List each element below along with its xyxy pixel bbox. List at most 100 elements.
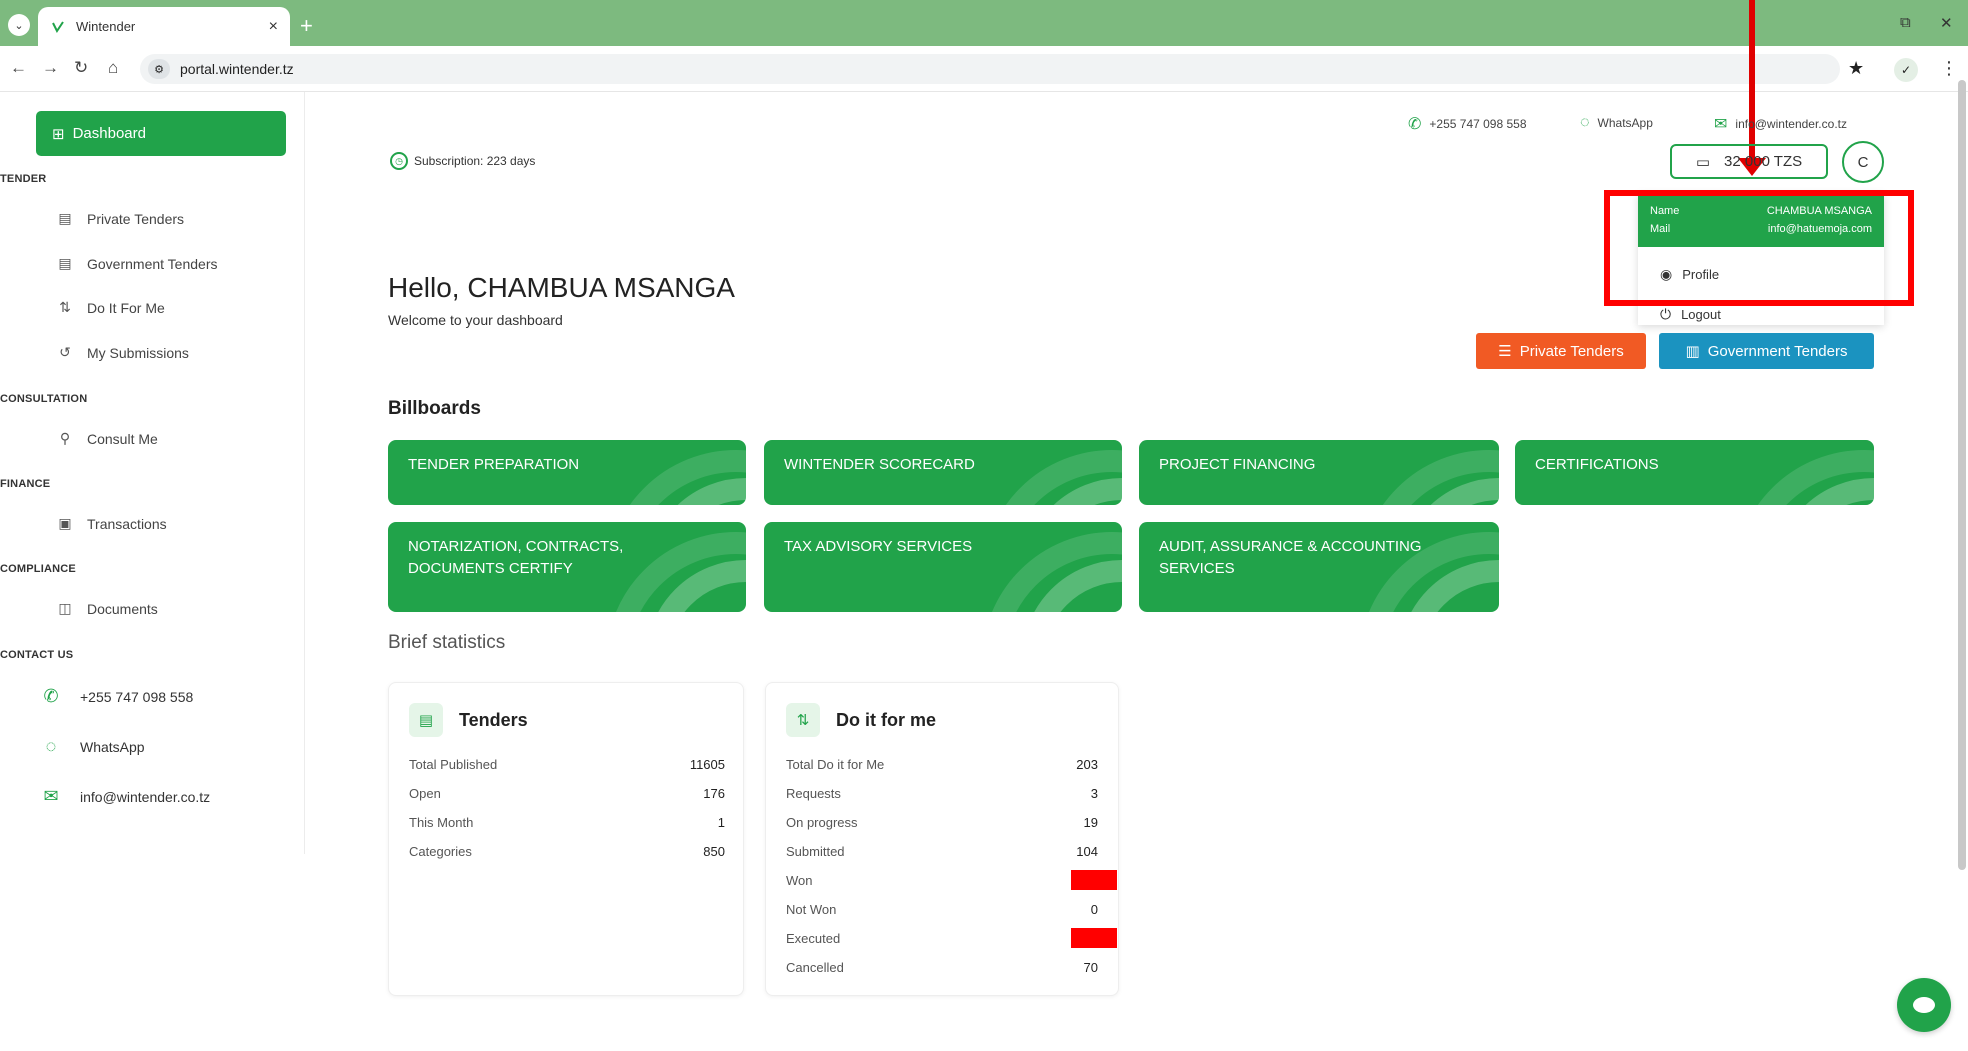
- billboard-tender-preparation[interactable]: TENDER PREPARATION: [388, 440, 746, 505]
- url-field[interactable]: ⚙ portal.wintender.tz: [140, 54, 1840, 84]
- header-phone[interactable]: ✆ +255 747 098 558: [1408, 114, 1527, 134]
- stat-row: This Month 1: [409, 815, 725, 830]
- forward-icon[interactable]: →: [42, 58, 59, 78]
- avatar[interactable]: C: [1842, 141, 1884, 183]
- sidebar-item-private-tenders[interactable]: ▤ Private Tenders: [55, 210, 184, 227]
- header-phone-text: +255 747 098 558: [1429, 117, 1527, 131]
- tab-search-icon[interactable]: ⌄: [8, 14, 30, 36]
- grid-icon: ⊞: [52, 125, 65, 143]
- stat-row: Executed: [786, 931, 1098, 946]
- tenders-stats-card: ▤ Tenders Total Published 11605 Open 176…: [388, 682, 744, 996]
- chat-button[interactable]: [1897, 978, 1951, 1032]
- stat-label: Categories: [409, 844, 472, 859]
- billboard-audit-assurance[interactable]: AUDIT, ASSURANCE & ACCOUNTING SERVICES: [1139, 522, 1499, 612]
- balance-text: 32 000 TZS: [1724, 153, 1803, 170]
- stat-row: Categories 850: [409, 844, 725, 859]
- header-whatsapp-text: WhatsApp: [1597, 116, 1653, 130]
- subscription-text: Subscription: 223 days: [414, 154, 536, 168]
- sidebar-contact-whatsapp[interactable]: ◌ WhatsApp: [38, 736, 145, 757]
- dropdown-logout[interactable]: ⏻ Logout: [1660, 306, 1721, 323]
- billboard-label: NOTARIZATION, CONTRACTS, DOCUMENTS CERTI…: [408, 538, 624, 577]
- reload-icon[interactable]: ↻: [74, 58, 88, 78]
- sidebar-item-transactions[interactable]: ▣ Transactions: [55, 515, 166, 532]
- site-settings-icon[interactable]: ⚙: [148, 59, 170, 79]
- stat-value: 203: [1076, 757, 1098, 772]
- sidebar-contact-phone[interactable]: ✆ +255 747 098 558: [38, 686, 193, 707]
- redaction-bar: [1071, 928, 1117, 948]
- billboard-certifications[interactable]: CERTIFICATIONS: [1515, 440, 1874, 505]
- tab-close-icon[interactable]: ×: [269, 18, 278, 36]
- new-tab-button[interactable]: +: [300, 13, 313, 39]
- sidebar-item-consult-me[interactable]: ⚲ Consult Me: [55, 430, 158, 447]
- stat-label: Total Published: [409, 757, 498, 772]
- home-icon[interactable]: ⌂: [108, 58, 118, 78]
- stat-row: Not Won 0: [786, 902, 1098, 917]
- restore-window-icon[interactable]: ⧉: [1900, 14, 1911, 31]
- billboard-notarization[interactable]: NOTARIZATION, CONTRACTS, DOCUMENTS CERTI…: [388, 522, 746, 612]
- extension-icon[interactable]: ✓: [1894, 58, 1918, 82]
- sidebar-contact-email[interactable]: ✉ info@wintender.co.tz: [38, 786, 210, 807]
- user-plus-icon: ⚲: [59, 430, 71, 446]
- billboard-project-financing[interactable]: PROJECT FINANCING: [1139, 440, 1499, 505]
- close-window-icon[interactable]: ✕: [1940, 14, 1953, 32]
- document-icon: ▤: [409, 703, 443, 737]
- stat-row: Submitted 104: [786, 844, 1098, 859]
- header-whatsapp[interactable]: ◌ WhatsApp: [1580, 114, 1653, 132]
- contact-label: +255 747 098 558: [80, 688, 194, 705]
- document-icon: ▤: [58, 210, 72, 226]
- stat-row: Total Do it for Me 203: [786, 757, 1098, 772]
- stat-value: 176: [703, 786, 725, 801]
- stat-label: On progress: [786, 815, 858, 830]
- sidebar-item-label: Private Tenders: [87, 210, 185, 227]
- tab-title: Wintender: [76, 19, 136, 34]
- chat-bubble-icon: [1913, 997, 1935, 1013]
- sidebar-item-my-submissions[interactable]: ↺ My Submissions: [55, 344, 189, 361]
- whatsapp-icon: ◌: [45, 736, 57, 756]
- difm-stats-card: ⇅ Do it for me Total Do it for Me 203 Re…: [765, 682, 1119, 996]
- stat-row: Won: [786, 873, 1098, 888]
- stat-value: 850: [703, 844, 725, 859]
- stat-value: 11605: [689, 757, 725, 772]
- card-header: ⇅ Do it for me: [786, 703, 936, 737]
- header-email[interactable]: ✉ info@wintender.co.tz: [1714, 114, 1847, 134]
- section-compliance: COMPLIANCE: [0, 563, 76, 575]
- wallet-balance-button[interactable]: ▭ 32 000 TZS: [1670, 144, 1828, 179]
- government-tenders-button[interactable]: ▥ Government Tenders: [1659, 333, 1874, 369]
- brief-statistics-heading: Brief statistics: [388, 632, 506, 653]
- clock-icon: ◷: [390, 152, 408, 170]
- sidebar-item-label: Government Tenders: [87, 255, 218, 272]
- sidebar-item-dashboard[interactable]: ⊞ Dashboard: [36, 111, 286, 156]
- browser-tab[interactable]: Wintender ×: [38, 7, 290, 46]
- bookmark-star-icon[interactable]: ★: [1848, 58, 1864, 79]
- document-icon: ▤: [58, 255, 72, 271]
- back-icon[interactable]: ←: [10, 58, 27, 78]
- stat-label: Won: [786, 873, 813, 888]
- sidebar-item-do-it-for-me[interactable]: ⇅ Do It For Me: [55, 299, 165, 316]
- building-icon: ▥: [1685, 343, 1700, 360]
- sidebar-item-documents[interactable]: ◫ Documents: [55, 600, 158, 617]
- sidebar-item-government-tenders[interactable]: ▤ Government Tenders: [55, 255, 217, 272]
- annotation-highlight-box: [1604, 190, 1914, 306]
- git-compare-icon: ⇅: [59, 299, 71, 315]
- card-title: Tenders: [459, 709, 528, 730]
- billboard-label: WINTENDER SCORECARD: [784, 456, 975, 473]
- billboard-tax-advisory[interactable]: TAX ADVISORY SERVICES: [764, 522, 1122, 612]
- stat-label: Cancelled: [786, 960, 844, 975]
- stat-value: 70: [1083, 960, 1098, 975]
- sidebar-item-label: Dashboard: [72, 125, 146, 142]
- private-tenders-button[interactable]: ☰ Private Tenders: [1476, 333, 1646, 369]
- git-compare-icon: ⇅: [786, 703, 820, 737]
- stat-value: 104: [1076, 844, 1098, 859]
- wallet-icon: ▭: [1695, 153, 1711, 171]
- mail-icon: ✉: [43, 786, 59, 806]
- sidebar-item-label: Documents: [87, 600, 158, 617]
- billboard-wintender-scorecard[interactable]: WINTENDER SCORECARD: [764, 440, 1122, 505]
- page-title: Hello, CHAMBUA MSANGA: [388, 272, 735, 303]
- page-scrollbar[interactable]: [1958, 80, 1966, 870]
- section-contact: CONTACT US: [0, 649, 74, 661]
- list-icon: ☰: [1498, 343, 1512, 360]
- phone-icon: ✆: [1408, 116, 1422, 133]
- more-menu-icon[interactable]: ⋮: [1940, 58, 1958, 79]
- stat-row: Cancelled 70: [786, 960, 1098, 975]
- redaction-bar: [1071, 870, 1117, 890]
